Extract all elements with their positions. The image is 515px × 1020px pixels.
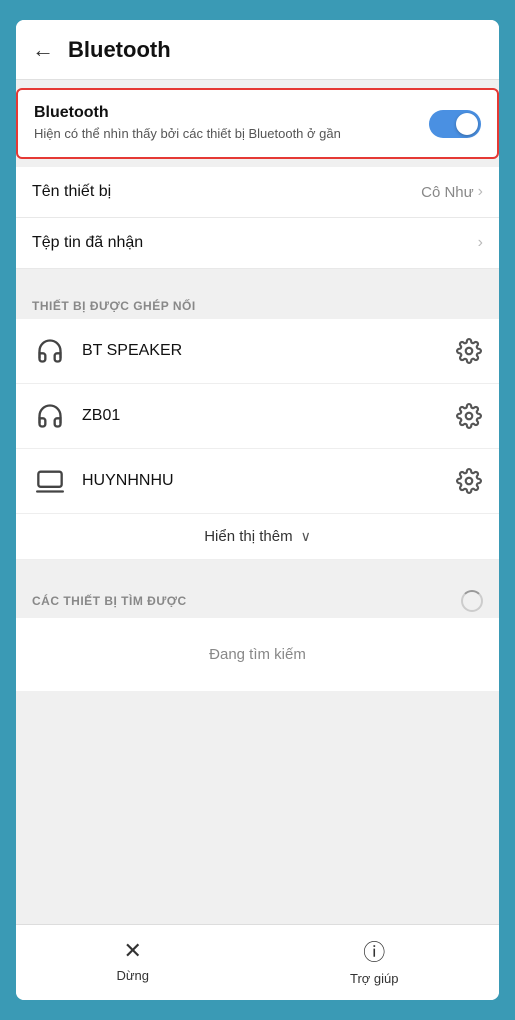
received-files-label: Tệp tin đã nhận <box>32 234 143 252</box>
back-button[interactable]: ← <box>32 37 54 63</box>
device-name-label: Tên thiết bị <box>32 183 111 201</box>
bluetooth-toggle-text: Bluetooth Hiện có thể nhìn thấy bởi các … <box>34 104 429 143</box>
chevron-icon: › <box>478 234 483 252</box>
show-more-label: Hiển thị thêm <box>204 528 292 545</box>
list-item[interactable]: BT SPEAKER <box>16 319 499 384</box>
loading-spinner <box>461 590 483 612</box>
paired-section-label: THIẾT BỊ ĐƯỢC GHÉP NỐI <box>16 285 499 319</box>
headphone-icon <box>32 333 68 369</box>
bluetooth-toggle-row[interactable]: Bluetooth Hiện có thể nhìn thấy bởi các … <box>16 88 499 159</box>
content-area: Bluetooth Hiện có thể nhìn thấy bởi các … <box>16 80 499 924</box>
bluetooth-toggle-title: Bluetooth <box>34 104 417 122</box>
searching-text: Đang tìm kiếm <box>16 618 499 691</box>
received-files-chevron: › <box>478 234 483 252</box>
header: ← Bluetooth <box>16 20 499 80</box>
headphone-icon <box>32 398 68 434</box>
list-item[interactable]: ZB01 <box>16 384 499 449</box>
stop-button[interactable]: ✕ Dừng <box>116 938 149 983</box>
help-button[interactable]: ⓘ Trợ giúp <box>350 935 399 986</box>
device-name-bt-speaker: BT SPEAKER <box>82 342 455 360</box>
device-name-row[interactable]: Tên thiết bị Cô Như › <box>16 167 499 218</box>
menu-section: Tên thiết bị Cô Như › Tệp tin đã nhận › <box>16 167 499 269</box>
device-name-zb01: ZB01 <box>82 407 455 425</box>
chevron-icon: › <box>478 183 483 201</box>
stop-label: Dừng <box>116 968 149 983</box>
laptop-icon <box>32 463 68 499</box>
bottom-bar: ✕ Dừng ⓘ Trợ giúp <box>16 924 499 1000</box>
device-name-value: Cô Như › <box>421 183 483 201</box>
separator <box>16 277 499 285</box>
show-more-button[interactable]: Hiển thị thêm ∨ <box>16 514 499 560</box>
help-icon: ⓘ <box>363 935 385 967</box>
bluetooth-toggle-switch[interactable] <box>429 110 481 138</box>
list-item[interactable]: HUYNHNHU <box>16 449 499 514</box>
bluetooth-toggle-subtitle: Hiện có thể nhìn thấy bởi các thiết bị B… <box>34 125 417 143</box>
help-label: Trợ giúp <box>350 971 399 986</box>
separator <box>16 568 499 576</box>
settings-icon[interactable] <box>455 467 483 495</box>
received-files-row[interactable]: Tệp tin đã nhận › <box>16 218 499 269</box>
device-name-huynhnhu: HUYNHNHU <box>82 472 455 490</box>
found-devices-header: CÁC THIẾT BỊ TÌM ĐƯỢC <box>16 576 499 618</box>
paired-devices-list: BT SPEAKER ZB01 <box>16 319 499 560</box>
close-icon: ✕ <box>124 938 142 964</box>
chevron-down-icon: ∨ <box>301 528 311 545</box>
settings-icon[interactable] <box>455 337 483 365</box>
found-section-label: CÁC THIẾT BỊ TÌM ĐƯỢC <box>32 594 187 608</box>
page-title: Bluetooth <box>68 37 171 63</box>
settings-icon[interactable] <box>455 402 483 430</box>
